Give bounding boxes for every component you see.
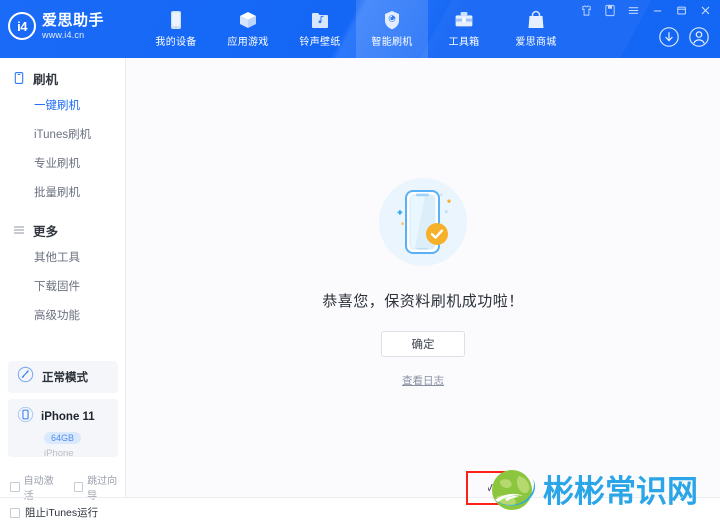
device-type: iPhone [44, 448, 74, 459]
sidebar-group-more: 更多 其他工具 下载固件 高级功能 [0, 208, 125, 331]
device-card-top: iPhone 11 [8, 399, 118, 428]
maximize-icon[interactable] [675, 4, 688, 17]
highlight-annotation-text: VI [487, 482, 497, 494]
i4-logo-icon: i4 [8, 12, 36, 40]
music-folder-icon [311, 10, 329, 30]
logo-text-block: 爱思助手 www.i4.cn [42, 13, 104, 40]
nav-label: 应用游戏 [227, 37, 269, 48]
sidebar-item-pro-flash[interactable]: 专业刷机 [0, 150, 125, 179]
nav-item-smart-flash[interactable]: 智能刷机 [356, 0, 428, 58]
nav-label: 工具箱 [448, 37, 480, 48]
checkbox-box [10, 507, 20, 518]
list-icon [12, 223, 26, 237]
account-actions [658, 26, 710, 48]
nav-label: 铃声壁纸 [299, 37, 341, 48]
confirm-button[interactable]: 确定 [381, 331, 465, 357]
phone-outline-icon [12, 71, 26, 85]
nav-item-toolbox[interactable]: 工具箱 [428, 0, 500, 58]
sidebar: 刷机 一键刷机 iTunes刷机 专业刷机 批量刷机 更多 其他工具 下载固件 … [0, 58, 126, 502]
sidebar-item-batch-flash[interactable]: 批量刷机 [0, 179, 125, 208]
nav-label: 爱思商城 [515, 37, 557, 48]
view-log-link[interactable]: 查看日志 [402, 373, 444, 388]
shopping-bag-icon [527, 10, 545, 30]
nav-label: 智能刷机 [371, 37, 413, 48]
sidebar-group-title: 更多 [33, 224, 59, 239]
toolbox-icon [454, 10, 474, 30]
sidebar-item-itunes-flash[interactable]: iTunes刷机 [0, 121, 125, 150]
close-icon[interactable] [699, 4, 712, 17]
nav-item-store[interactable]: 爱思商城 [500, 0, 572, 58]
user-avatar-icon[interactable] [688, 26, 710, 48]
success-message: 恭喜您，保资料刷机成功啦！ [322, 293, 524, 310]
nav-item-my-device[interactable]: 我的设备 [140, 0, 212, 58]
sidebar-group-header-flash[interactable]: 刷机 [0, 64, 125, 92]
checkbox-block-itunes[interactable]: 阻止iTunes运行 [10, 505, 98, 520]
main-content: 恭喜您，保资料刷机成功啦！ 确定 查看日志 [126, 58, 720, 497]
phone-icon [168, 10, 184, 30]
download-icon[interactable] [658, 26, 680, 48]
phone-success-illustration [375, 174, 471, 270]
sidebar-item-advanced[interactable]: 高级功能 [0, 302, 125, 331]
brand-title: 爱思助手 [42, 11, 105, 29]
shield-refresh-icon [383, 10, 401, 30]
device-card[interactable]: iPhone 11 64GB iPhone [8, 399, 118, 459]
skin-icon[interactable] [580, 4, 593, 17]
sidebar-item-one-key-flash[interactable]: 一键刷机 [0, 92, 125, 121]
bottom-divider [0, 497, 720, 498]
checkbox-box [73, 482, 84, 492]
window-controls [580, 4, 712, 17]
sidebar-item-other-tools[interactable]: 其他工具 [0, 244, 125, 273]
nav-label: 我的设备 [155, 37, 197, 48]
app-window: i4 爱思助手 www.i4.cn 我的设备 应用游戏 铃声壁纸 智能刷机 工具… [0, 0, 720, 524]
mode-label: 正常模式 [42, 372, 88, 384]
sidebar-group-flash: 刷机 一键刷机 iTunes刷机 专业刷机 批量刷机 [0, 58, 125, 208]
sidebar-group-header-more[interactable]: 更多 [0, 216, 125, 244]
flash-success-panel: 恭喜您，保资料刷机成功啦！ 确定 查看日志 [126, 58, 720, 497]
device-icon [17, 406, 34, 428]
nav-item-ringtones-wallpaper[interactable]: 铃声壁纸 [284, 0, 356, 58]
mode-card[interactable]: 正常模式 [8, 361, 118, 393]
sidebar-group-title: 刷机 [33, 72, 59, 87]
menu-icon[interactable] [627, 4, 640, 17]
title-bar: i4 爱思助手 www.i4.cn 我的设备 应用游戏 铃声壁纸 智能刷机 工具… [0, 0, 720, 58]
device-capacity-badge: 64GB [44, 432, 82, 444]
checkbox-label: 阻止iTunes运行 [25, 507, 99, 519]
device-name: iPhone 11 [41, 411, 95, 423]
minimize-icon[interactable] [651, 4, 664, 17]
cube-icon [238, 10, 258, 30]
nav-item-apps-games[interactable]: 应用游戏 [212, 0, 284, 58]
logo-mark-text: i4 [17, 18, 27, 34]
sidebar-item-download-firmware[interactable]: 下载固件 [0, 273, 125, 302]
message-icon[interactable] [604, 4, 616, 17]
main-nav: 我的设备 应用游戏 铃声壁纸 智能刷机 工具箱 爱思商城 [140, 0, 572, 58]
checkbox-box [10, 482, 20, 492]
brand-url: www.i4.cn [42, 29, 85, 40]
app-logo[interactable]: i4 爱思助手 www.i4.cn [8, 12, 104, 40]
mode-icon [17, 366, 34, 388]
highlight-annotation-box: VI [466, 471, 518, 505]
